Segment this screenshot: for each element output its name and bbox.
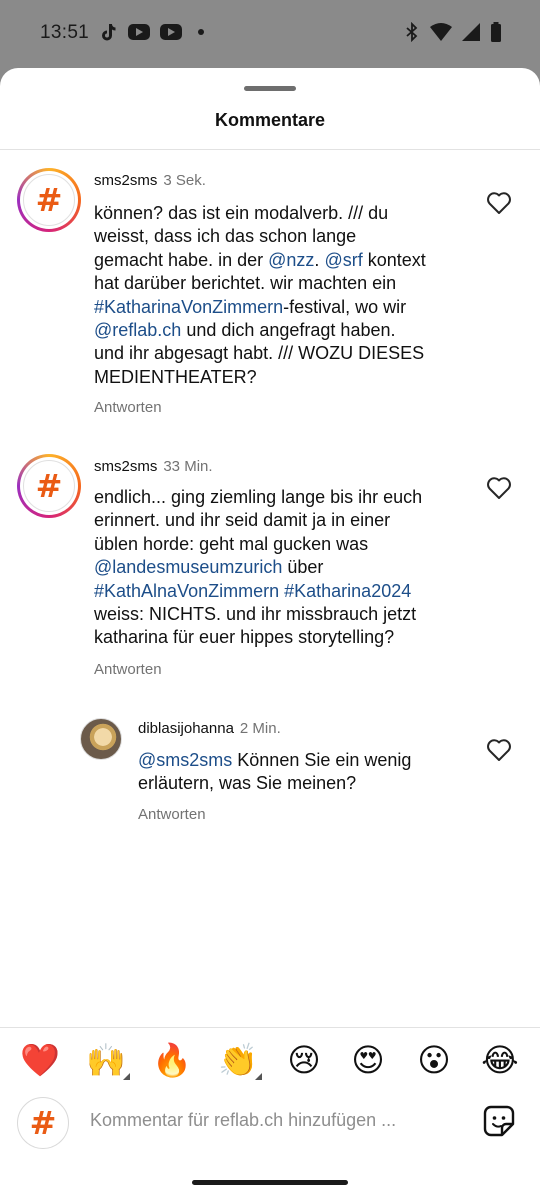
youtube-icon xyxy=(128,24,150,40)
compose-avatar: # xyxy=(17,1097,69,1149)
comment-text-segment: und ihr abgesagt habt. /// WOZU DIESES xyxy=(94,343,425,364)
sticker-icon[interactable] xyxy=(482,1104,516,1138)
comment-line: weiss: NICHTS. und ihr missbrauch jetzt xyxy=(94,603,422,626)
comment-line: erläutern, was Sie meinen? xyxy=(138,772,411,795)
status-time: 13:51 xyxy=(40,22,90,43)
mention-link[interactable]: @nzz xyxy=(268,250,314,270)
mention-link[interactable]: @reflab.ch xyxy=(94,320,181,340)
comment-text-segment: erinnert. und ihr seid damit ja in einer xyxy=(94,510,391,531)
reflab-logo-icon: # xyxy=(35,467,63,505)
wifi-icon xyxy=(430,23,452,41)
comment-line: gemacht habe. in der @nzz. @srf kontext xyxy=(94,249,426,272)
comment-text-segment: über xyxy=(282,557,324,578)
comment-text: @sms2sms Können Sie ein wenig erläutern, … xyxy=(138,749,411,796)
more-notifications-dot-icon xyxy=(198,29,204,35)
comment-text-segment: können? das ist ein modalverb. /// du xyxy=(94,203,389,223)
emoji-bar-divider xyxy=(0,1027,540,1028)
comment-line: #KathAlnaVonZimmern #Katharina2024 xyxy=(94,580,422,603)
comment-text-segment: kontext xyxy=(362,249,426,270)
comment-text-segment: weiss: NICHTS. und ihr missbrauch jetzt xyxy=(94,604,417,625)
like-heart-icon[interactable] xyxy=(486,191,512,215)
comment-time: 3 Sek. xyxy=(163,172,206,189)
reply-button[interactable]: Antworten xyxy=(94,661,162,678)
comment-time: 33 Min. xyxy=(163,458,213,475)
comment-text-segment: -festival, wo wir xyxy=(283,296,407,317)
clapping-emoji-icon[interactable]: 👏 xyxy=(216,1040,262,1080)
comment-line: @sms2sms Können Sie ein wenig xyxy=(138,749,411,772)
comment-line: MEDIENTHEATER? xyxy=(94,366,426,389)
comment-line: hat darüber berichtet. wir machten ein xyxy=(94,272,426,295)
comment-line: endlich... ging ziemling lange bis ihr e… xyxy=(94,486,422,509)
status-bar: 13:51 xyxy=(0,0,540,68)
comment-text-segment: . xyxy=(314,249,325,270)
comment-line: @landesmuseumzurich über xyxy=(94,556,422,579)
sheet-title: Kommentare xyxy=(214,110,326,130)
comment-line: üblen horde: geht mal gucken was xyxy=(94,533,422,556)
signal-icon xyxy=(462,23,480,41)
comment-line: @reflab.ch und dich angefragt haben. xyxy=(94,319,426,342)
comment-line: können? das ist ein modalverb. /// du xyxy=(94,202,426,225)
hashtag-link[interactable]: #Katharina2024 xyxy=(284,581,411,601)
reply-button[interactable]: Antworten xyxy=(138,806,206,823)
heart-eyes-emoji-icon[interactable]: 😍 xyxy=(346,1040,390,1080)
comment-text-segment: hat darüber berichtet. wir machten ein xyxy=(94,273,397,294)
fire-emoji-icon[interactable]: 🔥 xyxy=(150,1040,194,1080)
surprised-emoji-icon[interactable]: 😮 xyxy=(412,1040,456,1080)
comment-text-segment: üblen horde: geht mal gucken was xyxy=(94,533,369,554)
comment-header: diblasijohanna 2 Min. xyxy=(138,720,281,737)
comment-text: endlich... ging ziemling lange bis ihr e… xyxy=(94,486,422,650)
like-heart-icon[interactable] xyxy=(486,476,512,500)
youtube-icon xyxy=(160,24,182,40)
comment-line: weisst, dass ich das schon lange xyxy=(94,225,426,248)
comment-username[interactable]: diblasijohanna xyxy=(138,720,234,737)
comment-text-segment: und dich angefragt haben. xyxy=(181,320,396,341)
notification-icons xyxy=(98,22,204,42)
comment: # sms2sms 33 Min. endlich... ging ziemlin… xyxy=(0,454,540,684)
laughing-emoji-icon[interactable]: 😂 xyxy=(478,1040,522,1080)
comment-input[interactable]: Kommentar für reflab.ch hinzufügen ... xyxy=(90,1110,396,1131)
avatar[interactable]: # xyxy=(17,454,81,518)
drag-handle[interactable] xyxy=(244,86,296,91)
hashtag-link[interactable]: #KatharinaVonZimmern xyxy=(94,297,283,317)
mention-link[interactable]: @srf xyxy=(324,250,362,270)
comment-text-segment: MEDIENTHEATER? xyxy=(94,366,257,387)
bluetooth-icon xyxy=(406,22,418,42)
comment-username[interactable]: sms2sms xyxy=(94,458,157,475)
like-heart-icon[interactable] xyxy=(486,738,512,762)
reflab-logo-icon: # xyxy=(29,1104,57,1142)
comment-line: #KatharinaVonZimmern-festival, wo wir xyxy=(94,296,426,319)
crying-emoji-icon[interactable]: 😢 xyxy=(282,1040,326,1080)
comment-time: 2 Min. xyxy=(239,720,281,737)
tiktok-icon xyxy=(102,24,116,41)
comment-line: katharina für euer hippes storytelling? xyxy=(94,626,422,649)
reply-comment: diblasijohanna 2 Min. @sms2sms Können Sie… xyxy=(0,716,540,826)
battery-icon xyxy=(491,22,501,42)
user-avatar[interactable] xyxy=(80,718,122,760)
comment-line: erinnert. und ihr seid damit ja in einer xyxy=(94,509,422,532)
gesture-bar xyxy=(192,1180,348,1185)
mention-link[interactable]: @sms2sms xyxy=(138,750,232,770)
comment-header: sms2sms 33 Min. xyxy=(94,458,213,475)
reply-button[interactable]: Antworten xyxy=(94,399,162,416)
header-divider xyxy=(0,149,540,150)
heart-emoji-icon[interactable]: ❤️ xyxy=(18,1040,62,1080)
comment-text: können? das ist ein modalverb. /// du wei… xyxy=(94,202,426,389)
comment-header: sms2sms 3 Sek. xyxy=(94,172,206,189)
comment-text-segment: erläutern, was Sie meinen? xyxy=(138,773,357,794)
comment: # sms2sms 3 Sek. können? das ist ein moda… xyxy=(0,168,540,423)
comment-line: und ihr abgesagt habt. /// WOZU DIESES xyxy=(94,342,426,365)
comment-text-segment: Können Sie ein wenig xyxy=(232,750,412,770)
comment-text-segment: weisst, dass ich das schon lange xyxy=(94,226,357,247)
reflab-logo-icon: # xyxy=(35,181,63,219)
comment-username[interactable]: sms2sms xyxy=(94,172,157,189)
system-icons xyxy=(404,22,502,42)
raising-hands-emoji-icon[interactable]: 🙌 xyxy=(84,1040,130,1080)
comment-text-segment: katharina für euer hippes storytelling? xyxy=(94,627,395,648)
comment-text-segment: gemacht habe. in der xyxy=(94,249,269,270)
hashtag-link[interactable]: #KathAlnaVonZimmern xyxy=(94,581,279,601)
mention-link[interactable]: @landesmuseumzurich xyxy=(94,557,282,577)
comment-text-segment: endlich... ging ziemling lange bis ihr e… xyxy=(94,487,423,507)
avatar[interactable]: # xyxy=(17,168,81,232)
